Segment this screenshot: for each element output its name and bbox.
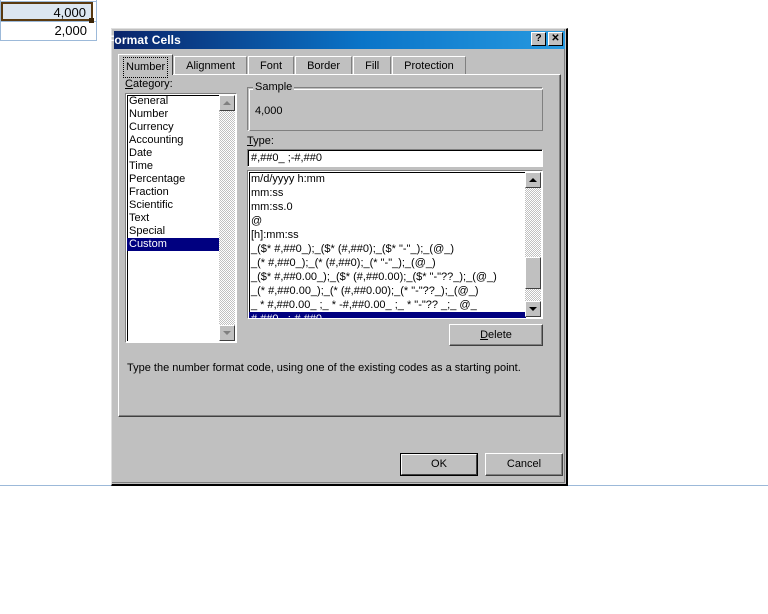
delete-button-label: Delete: [480, 329, 512, 341]
ok-button[interactable]: OK: [400, 453, 478, 476]
format-code-item[interactable]: _($* #,##0.00_);_($* (#,##0.00);_($* "-"…: [249, 270, 526, 284]
format-code-item[interactable]: [h]:mm:ss: [249, 228, 526, 242]
fill-handle[interactable]: [89, 18, 94, 23]
sample-value: 4,000: [255, 105, 283, 117]
tab-strip: Number Alignment Font Border Fill Protec…: [118, 54, 561, 78]
gridline-vertical: [96, 0, 97, 41]
code-scroll-up-button[interactable]: [525, 172, 541, 188]
tab-fill[interactable]: Fill: [353, 56, 392, 75]
dialog-titlebar[interactable]: Format Cells ? ✕: [107, 31, 565, 49]
cell-a2[interactable]: 2,000: [2, 22, 92, 39]
delete-button[interactable]: Delete: [449, 324, 543, 346]
tab-font[interactable]: Font: [248, 56, 295, 75]
chevron-up-icon: [223, 101, 231, 105]
type-label: Type:: [247, 135, 274, 147]
category-item[interactable]: Percentage: [127, 173, 220, 186]
help-icon[interactable]: ?: [531, 32, 546, 46]
format-code-listbox[interactable]: m/d/yyyy h:mm mm:ss mm:ss.0 @ [h]:mm:ss _($* …: [247, 170, 543, 319]
close-icon[interactable]: ✕: [548, 32, 563, 46]
tab-fill-label: Fill: [365, 60, 380, 72]
tab-alignment[interactable]: Alignment: [174, 56, 248, 75]
number-tab-panel: Category: General Number Currency Accountin…: [118, 74, 561, 417]
category-listbox[interactable]: General Number Currency Accounting Date Time P…: [125, 93, 237, 343]
category-item[interactable]: Text: [127, 212, 220, 225]
cell-a1-selected[interactable]: 4,000: [1, 2, 93, 21]
format-code-scrollbar[interactable]: [525, 172, 541, 317]
format-code-item[interactable]: mm:ss.0: [249, 200, 526, 214]
chevron-up-icon: [529, 178, 537, 182]
tab-number[interactable]: Number: [118, 54, 174, 78]
type-label-rest: ype:: [253, 135, 274, 147]
category-scroll-down-button[interactable]: [219, 325, 235, 341]
code-scroll-down-button[interactable]: [525, 301, 541, 317]
format-code-item[interactable]: m/d/yyyy h:mm: [249, 172, 526, 186]
tab-border[interactable]: Border: [295, 56, 353, 75]
category-items: General Number Currency Accounting Date Time P…: [127, 95, 220, 251]
cancel-button-label: Cancel: [506, 458, 542, 470]
help-text: Type the number format code, using one o…: [127, 362, 521, 374]
category-item[interactable]: Custom: [127, 238, 220, 251]
category-item[interactable]: General: [127, 95, 220, 108]
cancel-button[interactable]: Cancel: [485, 453, 563, 476]
code-scroll-thumb[interactable]: [525, 257, 541, 289]
format-code-item[interactable]: @: [249, 214, 526, 228]
format-code-items: m/d/yyyy h:mm mm:ss mm:ss.0 @ [h]:mm:ss _($* …: [249, 172, 526, 318]
category-scrollbar[interactable]: [219, 95, 235, 341]
category-item[interactable]: Time: [127, 160, 220, 173]
sample-group-box: [247, 87, 543, 131]
format-code-item[interactable]: _(* #,##0_);_(* (#,##0);_(* "-"_);_(@_): [249, 256, 526, 270]
dialog-title: Format Cells: [107, 33, 181, 47]
category-label: Category:: [125, 78, 173, 90]
category-item[interactable]: Currency: [127, 121, 220, 134]
sample-group-bevel: [249, 89, 543, 131]
format-code-item[interactable]: _(* #,##0.00_);_(* (#,##0.00);_(* "-"??_…: [249, 284, 526, 298]
tab-protection[interactable]: Protection: [392, 56, 466, 75]
category-item[interactable]: Fraction: [127, 186, 220, 199]
tab-font-label: Font: [260, 60, 283, 72]
format-code-item[interactable]: _($* #,##0_);_($* (#,##0);_($* "-"_);_(@…: [249, 242, 526, 256]
format-code-item[interactable]: #,##0_ ;-#,##0: [249, 312, 526, 318]
titlebar-buttons: ? ✕: [531, 32, 563, 46]
tab-alignment-label: Alignment: [186, 60, 236, 72]
category-item[interactable]: Scientific: [127, 199, 220, 212]
category-scroll-up-button[interactable]: [219, 95, 235, 111]
sample-legend: Sample: [253, 81, 295, 93]
category-item[interactable]: Date: [127, 147, 220, 160]
format-code-item[interactable]: _ * #,##0.00_ ;_ * -#,##0.00_ ;_ * "-"??…: [249, 298, 526, 312]
chevron-down-icon: [223, 331, 231, 335]
chevron-down-icon: [529, 307, 537, 311]
ok-button-label: OK: [431, 458, 447, 470]
category-item[interactable]: Special: [127, 225, 220, 238]
tab-protection-label: Protection: [404, 60, 454, 72]
format-cells-dialog: Format Cells ? ✕ Number Alignment Font B…: [107, 28, 568, 486]
tab-border-label: Border: [307, 60, 341, 72]
tab-number-label: Number: [123, 57, 169, 78]
category-item[interactable]: Accounting: [127, 134, 220, 147]
gridline-horizontal: [0, 40, 97, 41]
type-input[interactable]: #,##0_ ;-#,##0: [247, 149, 543, 167]
format-code-item[interactable]: mm:ss: [249, 186, 526, 200]
category-item[interactable]: Number: [127, 108, 220, 121]
category-label-rest: ategory:: [132, 78, 173, 90]
